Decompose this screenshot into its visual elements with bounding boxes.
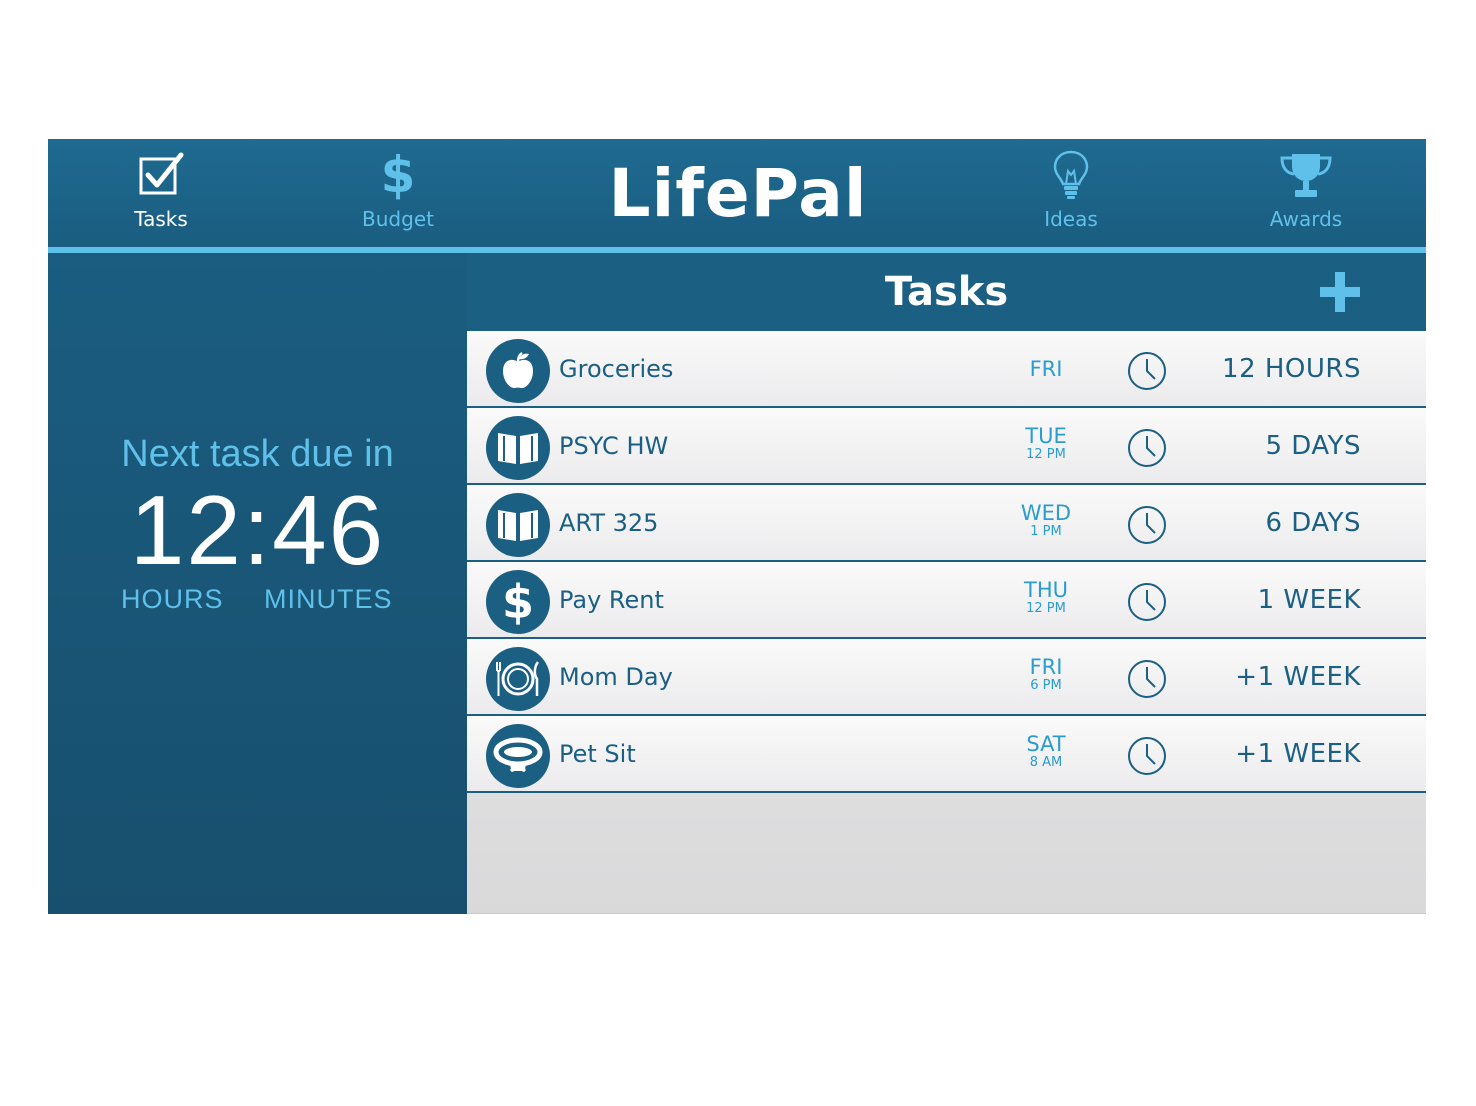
task-row[interactable]: PSYC HW TUE 12 PM 5 DAYS [467,408,1426,485]
task-due-day: WED [1020,501,1072,525]
plate-icon [486,647,550,711]
task-name: Mom Day [559,663,673,691]
clock-icon [1128,429,1166,467]
countdown-time: 12:46 [129,475,386,585]
task-due-day: SAT [1026,732,1066,756]
task-due: FRI 6 PM [1006,655,1086,693]
minutes-label: MINUTES [264,584,393,614]
nav-budget[interactable]: $ Budget [318,146,478,239]
task-row[interactable]: ART 325 WED 1 PM 6 DAYS [467,485,1426,562]
task-row[interactable]: Mom Day FRI 6 PM +1 WEEK [467,639,1426,716]
top-navigation-bar: Tasks $ Budget LifePal Ideas Awards [48,139,1426,247]
task-row[interactable]: $ Pay Rent THU 12 PM 1 WEEK [467,562,1426,639]
dollar-icon: $ [486,570,550,634]
tasks-header: Tasks [467,253,1426,331]
nav-budget-label: Budget [362,207,434,231]
task-row[interactable]: Groceries FRI 12 HOURS [467,331,1426,408]
task-name: Pet Sit [559,740,636,768]
task-name: ART 325 [559,509,659,537]
nav-tasks[interactable]: Tasks [81,149,241,239]
task-due: SAT 8 AM [1006,732,1086,770]
clock-icon [1128,583,1166,621]
task-due: WED 1 PM [1006,501,1086,539]
clock-icon [1128,737,1166,775]
countdown-panel: Next task due in 12:46 HOURS MINUTES [48,253,467,914]
clock-icon [1128,506,1166,544]
nav-tasks-label: Tasks [134,207,188,231]
nav-awards[interactable]: Awards [1226,149,1386,239]
task-due-day: FRI [1029,655,1063,679]
add-task-button[interactable] [1319,271,1361,313]
task-list: Groceries FRI 12 HOURS PSYC HW TUE 12 PM… [467,331,1426,914]
task-due: TUE 12 PM [1006,424,1086,462]
nav-ideas[interactable]: Ideas [991,149,1151,239]
countdown-units: HOURS MINUTES [48,584,467,618]
task-due-time: 12 PM [1026,601,1066,616]
task-time-remaining: 6 DAYS [1265,508,1361,538]
task-time-remaining: 12 HOURS [1222,354,1361,384]
clock-icon [1128,352,1166,390]
task-name: Groceries [559,355,674,383]
apple-icon [486,339,550,403]
nav-ideas-label: Ideas [1044,207,1098,231]
trophy-icon [1226,149,1386,201]
task-due-time: 1 PM [1030,524,1062,539]
plus-icon [1320,272,1360,312]
task-due-time: 8 AM [1029,755,1063,770]
countdown: Next task due in 12:46 HOURS MINUTES [48,433,467,618]
task-row[interactable]: Pet Sit SAT 8 AM +1 WEEK [467,716,1426,793]
nav-awards-label: Awards [1269,207,1343,231]
task-due: THU 12 PM [1006,578,1086,616]
pet-collar-icon [486,724,550,788]
task-due-time: 12 PM [1026,447,1066,462]
task-name: Pay Rent [559,586,664,614]
task-time-remaining: 1 WEEK [1257,585,1361,615]
task-due-day: TUE [1025,424,1067,448]
countdown-caption: Next task due in [121,433,394,475]
dollar-icon: $ [380,146,416,204]
book-icon [486,416,550,480]
clock-icon [1128,660,1166,698]
checkbox-icon [81,149,241,201]
book-icon [486,493,550,557]
app-title: LifePal [608,155,868,232]
task-due: FRI [1006,357,1086,381]
hours-label: HOURS [121,584,224,614]
task-time-remaining: 5 DAYS [1265,431,1361,461]
task-due-time: 6 PM [1030,678,1062,693]
app-window: Tasks $ Budget LifePal Ideas Awards Next… [48,139,1426,914]
task-due-day: FRI [1029,357,1063,381]
lightbulb-icon [991,149,1151,201]
task-due-day: THU [1024,578,1068,602]
task-time-remaining: +1 WEEK [1235,739,1361,769]
task-time-remaining: +1 WEEK [1235,662,1361,692]
task-name: PSYC HW [559,432,669,460]
tasks-title: Tasks [884,269,1009,315]
